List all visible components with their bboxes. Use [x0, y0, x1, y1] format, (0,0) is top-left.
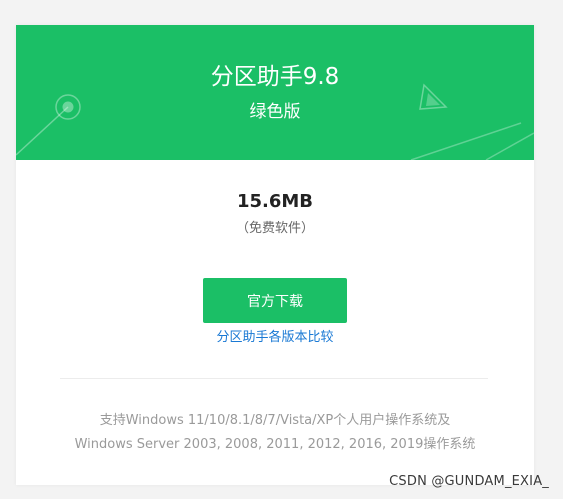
product-edition: 绿色版: [249, 102, 301, 122]
system-requirements-line-1: 支持Windows 11/10/8.1/8/7/Vista/XP个人用户操作系统…: [99, 413, 451, 428]
system-requirements-line-2: Windows Server 2003, 2008, 2011, 2012, 2…: [74, 437, 476, 452]
product-header-banner: 分区助手9.8 绿色版: [16, 25, 534, 160]
divider: [60, 378, 488, 379]
version-compare-link[interactable]: 分区助手各版本比较: [16, 329, 534, 347]
download-card: 分区助手9.8 绿色版 15.6MB （免费软件） 官方下载 分区助手各版本比较…: [16, 25, 534, 485]
system-requirements: 支持Windows 11/10/8.1/8/7/Vista/XP个人用户操作系统…: [16, 409, 534, 457]
license-note: （免费软件）: [235, 221, 314, 236]
decorative-pattern-icon: [16, 83, 534, 160]
file-size: 15.6MB: [236, 191, 314, 212]
csdn-watermark: CSDN @GUNDAM_EXIA_: [389, 474, 549, 489]
product-title: 分区助手9.8: [210, 64, 340, 90]
official-download-button[interactable]: 官方下载: [203, 278, 347, 323]
